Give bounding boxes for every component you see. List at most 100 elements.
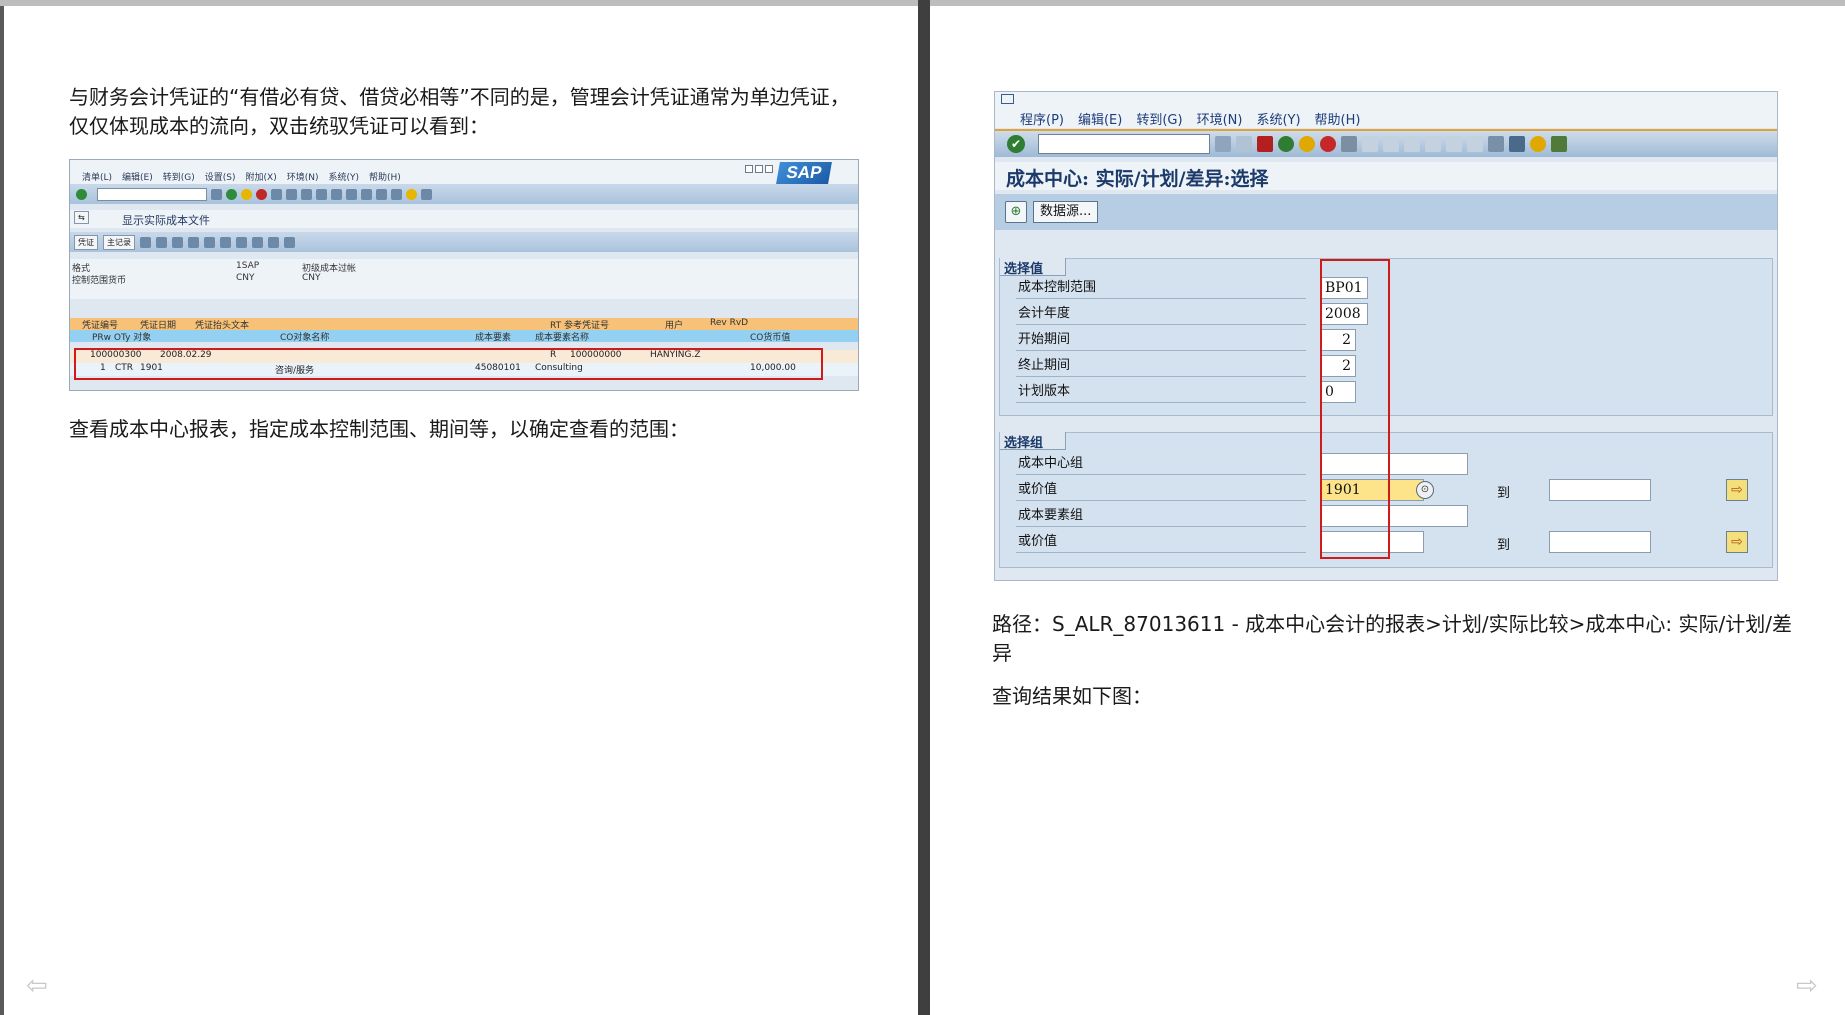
choose-layout-icon [268, 236, 279, 248]
field-label-fiscal-year: 会计年度 [1016, 303, 1306, 325]
sap-screenshot-document: 清单(L) 编辑(E) 转到(G) 设置(S) 附加(X) 环境(N) 系统(Y… [69, 159, 859, 391]
back-arrow-icon [1236, 136, 1252, 152]
menu-item-goto: 转到(G) [1136, 113, 1183, 128]
exit-icon [1299, 136, 1315, 152]
menu-item-environment: 环境(N) [1196, 113, 1243, 128]
sort-icon [156, 236, 167, 248]
details-icon [140, 236, 151, 248]
document-button: 凭证 [74, 234, 98, 250]
graphic-icon [252, 236, 263, 248]
multiple-selection-icon: ⇨ [1726, 479, 1748, 501]
field-label-or-value: 或价值 [1016, 531, 1306, 553]
column-header: CO对象名称 [280, 333, 330, 343]
export-icon [236, 236, 247, 248]
sap-menu: 清单(L) 编辑(E) 转到(G) 设置(S) 附加(X) 环境(N) 系统(Y… [82, 170, 401, 183]
enter-icon [76, 188, 87, 200]
highlight-box [1320, 259, 1390, 559]
search-help-icon: ⊙ [1416, 481, 1434, 499]
back-icon [226, 188, 237, 200]
paragraph-result: 查询结果如下图： [992, 684, 1152, 708]
data-source-button: 数据源... [1033, 201, 1099, 223]
field-label-or-value: 或价值 [1016, 479, 1306, 501]
first-page-icon [316, 188, 327, 200]
field-label-from-period: 开始期间 [1016, 329, 1306, 351]
shortcut-icon [1509, 136, 1525, 152]
sap-application-toolbar: 凭证 主记录 [70, 232, 858, 252]
cancel-icon [1320, 136, 1336, 152]
document-page-left: 与财务会计凭证的“有借必有贷、借贷必相等”不同的是，管理会计凭证通常为单边凭证，… [4, 6, 918, 1015]
sap-standard-toolbar [70, 184, 858, 204]
save-icon [1257, 136, 1273, 152]
table-header-row-2: PRw OTy 对象 CO对象名称 成本要素 成本要素名称 CO货币值 [70, 330, 858, 343]
last-page-icon [361, 188, 372, 200]
column-header: 成本要素 [475, 333, 512, 343]
cost-center-to-input [1549, 479, 1651, 501]
prev-page-icon [1425, 136, 1441, 152]
help-icon [406, 188, 417, 200]
info-desc: CNY [302, 273, 321, 283]
to-label: 到 [1497, 486, 1511, 501]
column-header: PRw OTy 对象 [92, 333, 152, 343]
document-page-right: 程序(P) 编辑(E) 转到(G) 环境(N) 系统(Y) 帮助(H) ✔ 成本… [930, 6, 1845, 1015]
print-icon [1341, 136, 1357, 152]
arrow-right-icon[interactable]: ⇨ [1796, 973, 1820, 999]
command-field [1038, 134, 1210, 154]
sap-menubar: 程序(P) 编辑(E) 转到(G) 环境(N) 系统(Y) 帮助(H) [995, 92, 1777, 128]
layout-grid-icon [220, 236, 231, 248]
screen-title: 成本中心: 实际/计划/差异:选择 [1006, 168, 1269, 190]
command-field [97, 187, 207, 201]
sap-menu: 程序(P) 编辑(E) 转到(G) 环境(N) 系统(Y) 帮助(H) [1020, 109, 1360, 128]
field-label-cost-center-group: 成本中心组 [1016, 453, 1306, 475]
first-page-icon [1404, 136, 1420, 152]
enter-icon: ✔ [1007, 135, 1025, 153]
column-header: Rev RvD [710, 318, 749, 328]
sap-menubar: 清单(L) 编辑(E) 转到(G) 设置(S) 附加(X) 环境(N) 系统(Y… [70, 160, 858, 184]
table-header-row-1: 凭证编号 凭证日期 凭证抬头文本 RT 参考凭证号 用户 Rev RvD [70, 318, 858, 331]
paragraph-report: 查看成本中心报表，指定成本控制范围、期间等，以确定查看的范围： [69, 417, 689, 441]
shortcut-icon [391, 188, 402, 200]
next-page-icon [346, 188, 357, 200]
sap-logo: SAP [776, 162, 832, 184]
sap-standard-toolbar: ✔ [995, 129, 1777, 157]
menu-item: 环境(N) [286, 173, 319, 183]
group-title: 选择值 [1000, 258, 1067, 277]
info-code: 1SAP [236, 261, 260, 271]
find-next-icon [1383, 136, 1399, 152]
new-session-icon [1488, 136, 1504, 152]
exit-icon [241, 188, 252, 200]
paragraph-intro: 与财务会计凭证的“有借必有贷、借贷必相等”不同的是，管理会计凭证通常为单边凭证，… [69, 85, 850, 138]
find-next-icon [301, 188, 312, 200]
find-icon [1362, 136, 1378, 152]
execute-icon: ⊕ [1005, 201, 1027, 223]
field-label-controlling-area: 成本控制范围 [1016, 277, 1306, 299]
menu-item: 编辑(E) [122, 173, 153, 183]
sap-application-toolbar: ⊕ 数据源... [995, 194, 1777, 230]
menu-item-help: 帮助(H) [1314, 113, 1361, 128]
menu-item-program: 程序(P) [1020, 113, 1064, 128]
field-label-plan-version: 计划版本 [1016, 381, 1306, 403]
subtotal-icon [204, 236, 215, 248]
save-layout-icon [284, 236, 295, 248]
find-icon [286, 188, 297, 200]
field-label-to-period: 终止期间 [1016, 355, 1306, 377]
to-label: 到 [1497, 538, 1511, 553]
column-header: CO货币值 [750, 333, 791, 343]
next-page-icon [1446, 136, 1462, 152]
document-info: 格式 1SAP 初级成本过帐 控制范围货币 CNY CNY [70, 259, 858, 299]
prev-page-icon [331, 188, 342, 200]
arrow-left-icon[interactable]: ⇦ [26, 973, 50, 999]
layout-icon [1551, 136, 1567, 152]
group-title: 选择组 [1000, 432, 1067, 451]
info-label: 控制范围货币 [72, 276, 127, 286]
master-record-button: 主记录 [103, 234, 135, 250]
toggle-icon: ⇆ [74, 211, 89, 224]
screen-title: 显示实际成本文件 [122, 214, 210, 227]
menu-item: 附加(X) [245, 173, 277, 183]
highlight-box [74, 348, 823, 380]
sap-title-bar: 成本中心: 实际/计划/差异:选择 [995, 162, 1777, 190]
field-label-cost-element-group: 成本要素组 [1016, 505, 1306, 527]
multiple-selection-icon: ⇨ [1726, 531, 1748, 553]
window-buttons [745, 165, 773, 173]
sum-icon [188, 236, 199, 248]
filter-icon [172, 236, 183, 248]
